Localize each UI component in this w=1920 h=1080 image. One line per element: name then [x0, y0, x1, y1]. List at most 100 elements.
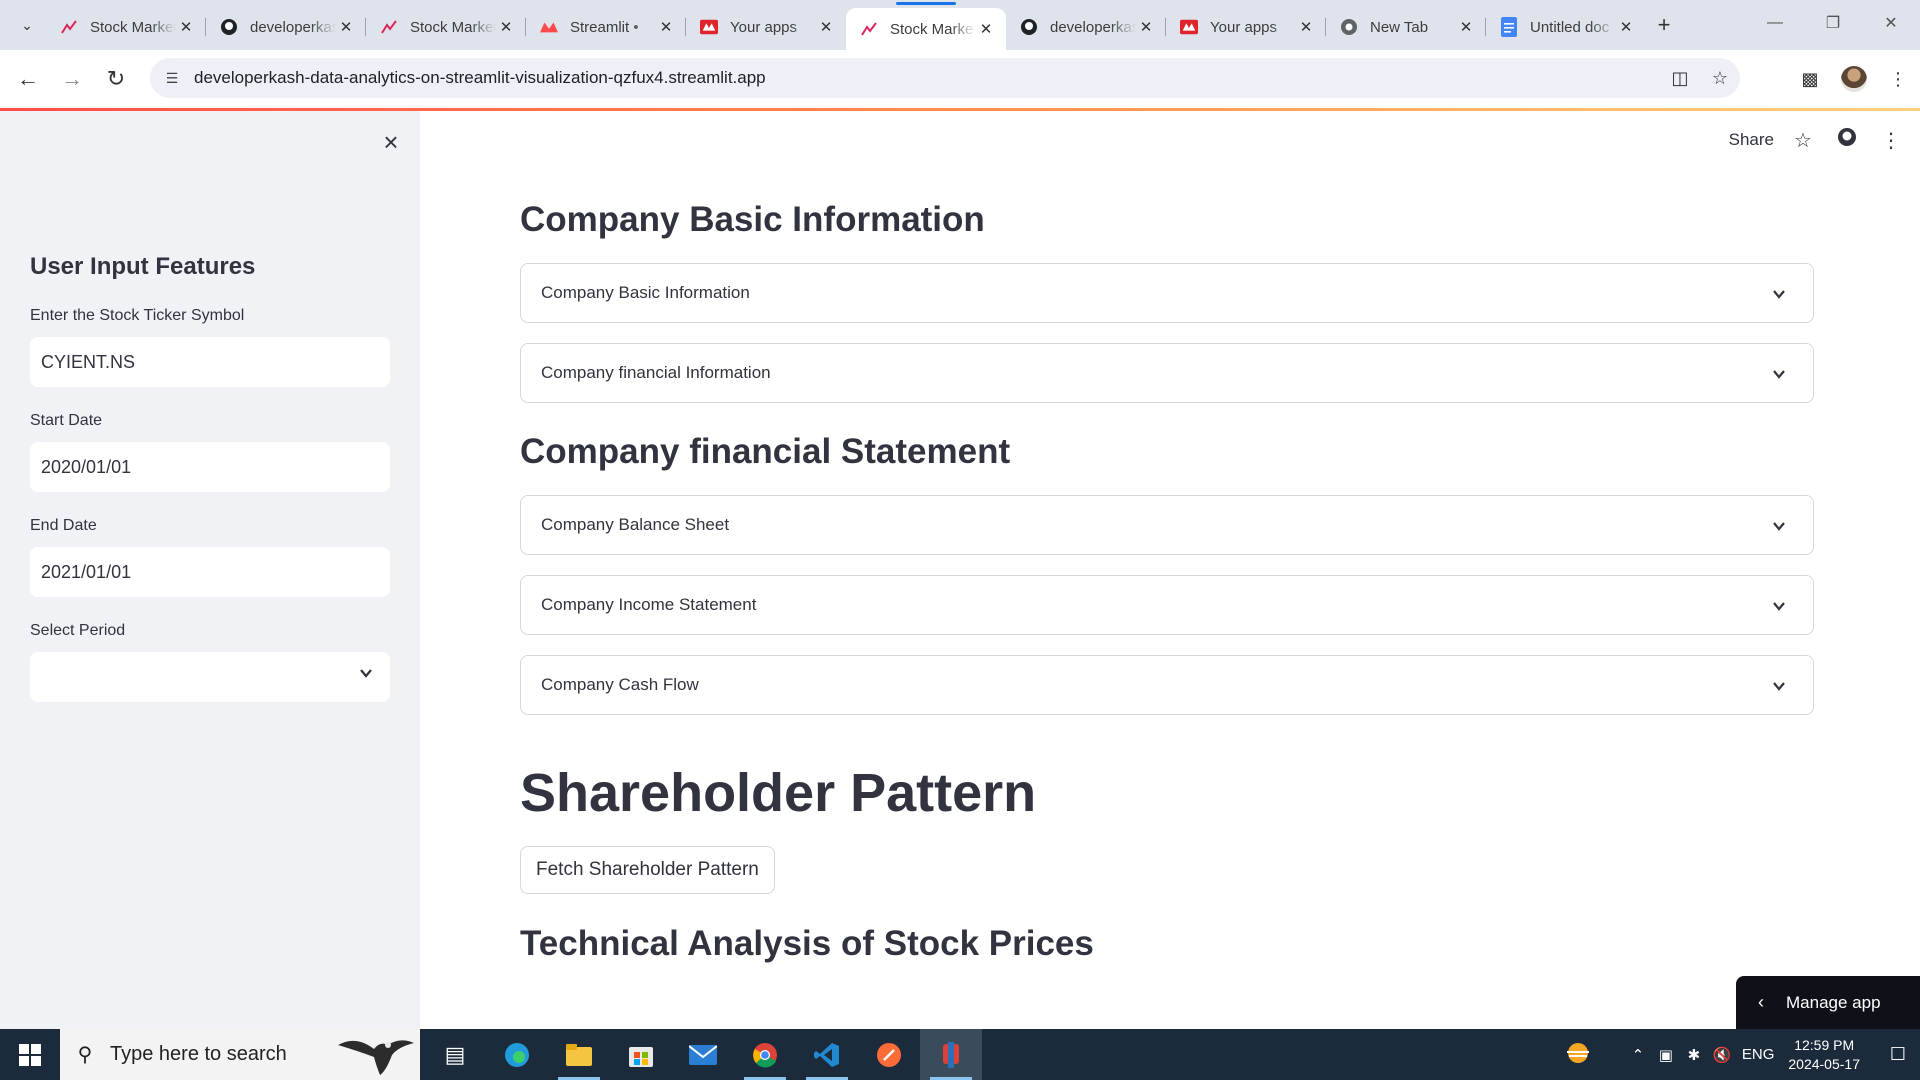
expander-cash-flow[interactable]: Company Cash Flow [520, 655, 1814, 715]
close-icon[interactable]: ✕ [496, 18, 516, 36]
browser-tab[interactable]: developerkash ✕ [1006, 8, 1166, 46]
streamlit-icon [700, 18, 718, 36]
search-placeholder: Type here to search [110, 1043, 287, 1065]
windows-start-icon[interactable] [0, 1029, 60, 1080]
expander-balance-sheet[interactable]: Company Balance Sheet [520, 495, 1814, 555]
browser-tab[interactable]: Streamlit • ✕ [526, 8, 686, 46]
tab-title: developerkash [1050, 18, 1136, 36]
profile-avatar[interactable] [1841, 66, 1867, 92]
end-date-input[interactable]: 2021/01/01 [30, 547, 390, 597]
tab-search-chevron-icon[interactable]: ⌄ [8, 6, 46, 44]
close-icon[interactable]: ✕ [816, 18, 836, 36]
install-app-icon[interactable]: ◫ [1660, 68, 1700, 89]
expander-label: Company Income Statement [541, 595, 757, 614]
clock-date: 2024-05-17 [1788, 1055, 1860, 1072]
window-controls: — ❐ ✕ [1746, 0, 1920, 46]
browser-tab-active[interactable]: Stock Market ✕ [846, 8, 1006, 50]
system-tray: ⌃ ▣ ✱ 🔇 ENG 12:59 PM 2024-05-17 ☐ [1548, 1029, 1920, 1080]
new-tab-plus-icon[interactable]: + [1646, 12, 1682, 38]
postman-icon[interactable] [858, 1029, 920, 1080]
edge-icon[interactable] [486, 1029, 548, 1080]
close-icon[interactable]: ✕ [336, 18, 356, 36]
tray-chevron-up-icon[interactable]: ⌃ [1624, 1046, 1652, 1064]
expander-label: Company financial Information [541, 363, 771, 382]
expander-financial-information[interactable]: Company financial Information [520, 343, 1814, 403]
close-icon[interactable]: ✕ [1136, 18, 1156, 36]
close-sidebar-icon[interactable]: × [378, 129, 404, 155]
github-icon[interactable] [1832, 127, 1862, 153]
chevron-down-icon [1773, 370, 1785, 379]
network-icon[interactable]: ✱ [1680, 1046, 1708, 1064]
chevron-down-icon [1773, 682, 1785, 691]
windows-taskbar: ⚲ Type here to search ▤ ⌃ ▣ ✱ 🔇 ENG 12:5… [0, 1029, 1920, 1080]
browser-tab[interactable]: Your apps ✕ [686, 8, 846, 46]
section-title-technical-analysis: Technical Analysis of Stock Prices [520, 924, 1094, 963]
browser-tab[interactable]: Stock Market ✕ [46, 8, 206, 46]
search-icon: ⚲ [77, 1044, 93, 1066]
trend-icon [860, 20, 878, 38]
period-select[interactable] [30, 652, 390, 702]
extensions-puzzle-icon[interactable]: ▩ [1788, 69, 1832, 90]
close-icon[interactable]: ✕ [656, 18, 676, 36]
language-indicator[interactable]: ENG [1742, 1046, 1775, 1063]
close-icon[interactable]: ✕ [176, 18, 196, 36]
notifications-icon[interactable]: ☐ [1876, 1044, 1920, 1065]
star-icon[interactable]: ☆ [1788, 128, 1818, 153]
browser-menu-kebab-icon[interactable]: ⋮ [1876, 69, 1920, 90]
back-arrow-icon[interactable]: ← [6, 57, 50, 101]
section-title-shareholder-pattern: Shareholder Pattern [520, 763, 1037, 823]
start-date-input[interactable]: 2020/01/01 [30, 442, 390, 492]
taskbar-search-box[interactable]: ⚲ Type here to search [60, 1029, 420, 1080]
main-content: Share ☆ ⋮ Company Basic Information Comp… [420, 111, 1920, 1029]
chrome-icon[interactable] [734, 1029, 796, 1080]
close-icon[interactable]: ✕ [1616, 18, 1636, 36]
browser-tab[interactable]: developerkash ✕ [206, 8, 366, 46]
chevron-down-icon [1773, 602, 1785, 611]
sidebar-title: User Input Features [30, 253, 256, 280]
app-header-actions: Share ☆ ⋮ [1729, 125, 1906, 155]
vscode-icon[interactable] [796, 1029, 858, 1080]
browser-tab[interactable]: Stock Market ✕ [366, 8, 526, 46]
restore-icon[interactable]: ❐ [1804, 0, 1862, 46]
reload-icon[interactable]: ↻ [94, 57, 138, 101]
close-icon[interactable]: ✕ [976, 20, 996, 38]
address-bar[interactable]: ☰ developerkash-data-analytics-on-stream… [150, 58, 1740, 98]
volume-muted-icon[interactable]: 🔇 [1708, 1046, 1736, 1064]
file-explorer-icon[interactable] [548, 1029, 610, 1080]
tab-title: developerkash [250, 18, 336, 36]
site-info-icon[interactable]: ☰ [150, 70, 194, 87]
toolbar-right: ▩ ⋮ [1788, 50, 1920, 108]
close-icon[interactable]: ✕ [1296, 18, 1316, 36]
fetch-shareholder-pattern-button[interactable]: Fetch Shareholder Pattern [520, 846, 775, 894]
clock[interactable]: 12:59 PM 2024-05-17 [1788, 1036, 1860, 1074]
expander-label: Company Cash Flow [541, 675, 699, 694]
expander-basic-information[interactable]: Company Basic Information [520, 263, 1814, 323]
browser-tab[interactable]: Untitled doc ✕ [1486, 8, 1646, 46]
forward-arrow-icon[interactable]: → [50, 57, 94, 101]
meet-now-icon[interactable]: ▣ [1652, 1046, 1680, 1064]
task-view-icon[interactable]: ▤ [424, 1029, 486, 1080]
manage-app-button[interactable]: ‹ Manage app [1736, 976, 1920, 1029]
mail-icon[interactable] [672, 1029, 734, 1080]
close-window-icon[interactable]: ✕ [1862, 0, 1920, 46]
ticker-input[interactable]: CYIENT.NS [30, 337, 390, 387]
url-text[interactable]: developerkash-data-analytics-on-streamli… [194, 68, 1660, 88]
close-icon[interactable]: ✕ [1456, 18, 1476, 36]
app-menu-kebab-icon[interactable]: ⋮ [1876, 128, 1906, 153]
taskbar-apps: ▤ [424, 1029, 982, 1080]
browser-tab[interactable]: Your apps ✕ [1166, 8, 1326, 46]
bookmark-star-icon[interactable]: ☆ [1700, 68, 1740, 89]
weather-icon[interactable] [1548, 1041, 1608, 1069]
microsoft-store-icon[interactable] [610, 1029, 672, 1080]
tab-title: Untitled doc [1530, 18, 1610, 36]
browser-tab[interactable]: New Tab ✕ [1326, 8, 1486, 46]
tab-title: Your apps [730, 18, 798, 36]
active-app-icon[interactable] [920, 1029, 982, 1080]
minimize-icon[interactable]: — [1746, 0, 1804, 46]
expander-label: Company Basic Information [541, 283, 750, 302]
share-button[interactable]: Share [1729, 130, 1774, 150]
clock-time: 12:59 PM [1794, 1036, 1855, 1053]
section-title-basic-info: Company Basic Information [520, 200, 985, 239]
tab-title: Streamlit • [570, 18, 639, 36]
expander-income-statement[interactable]: Company Income Statement [520, 575, 1814, 635]
